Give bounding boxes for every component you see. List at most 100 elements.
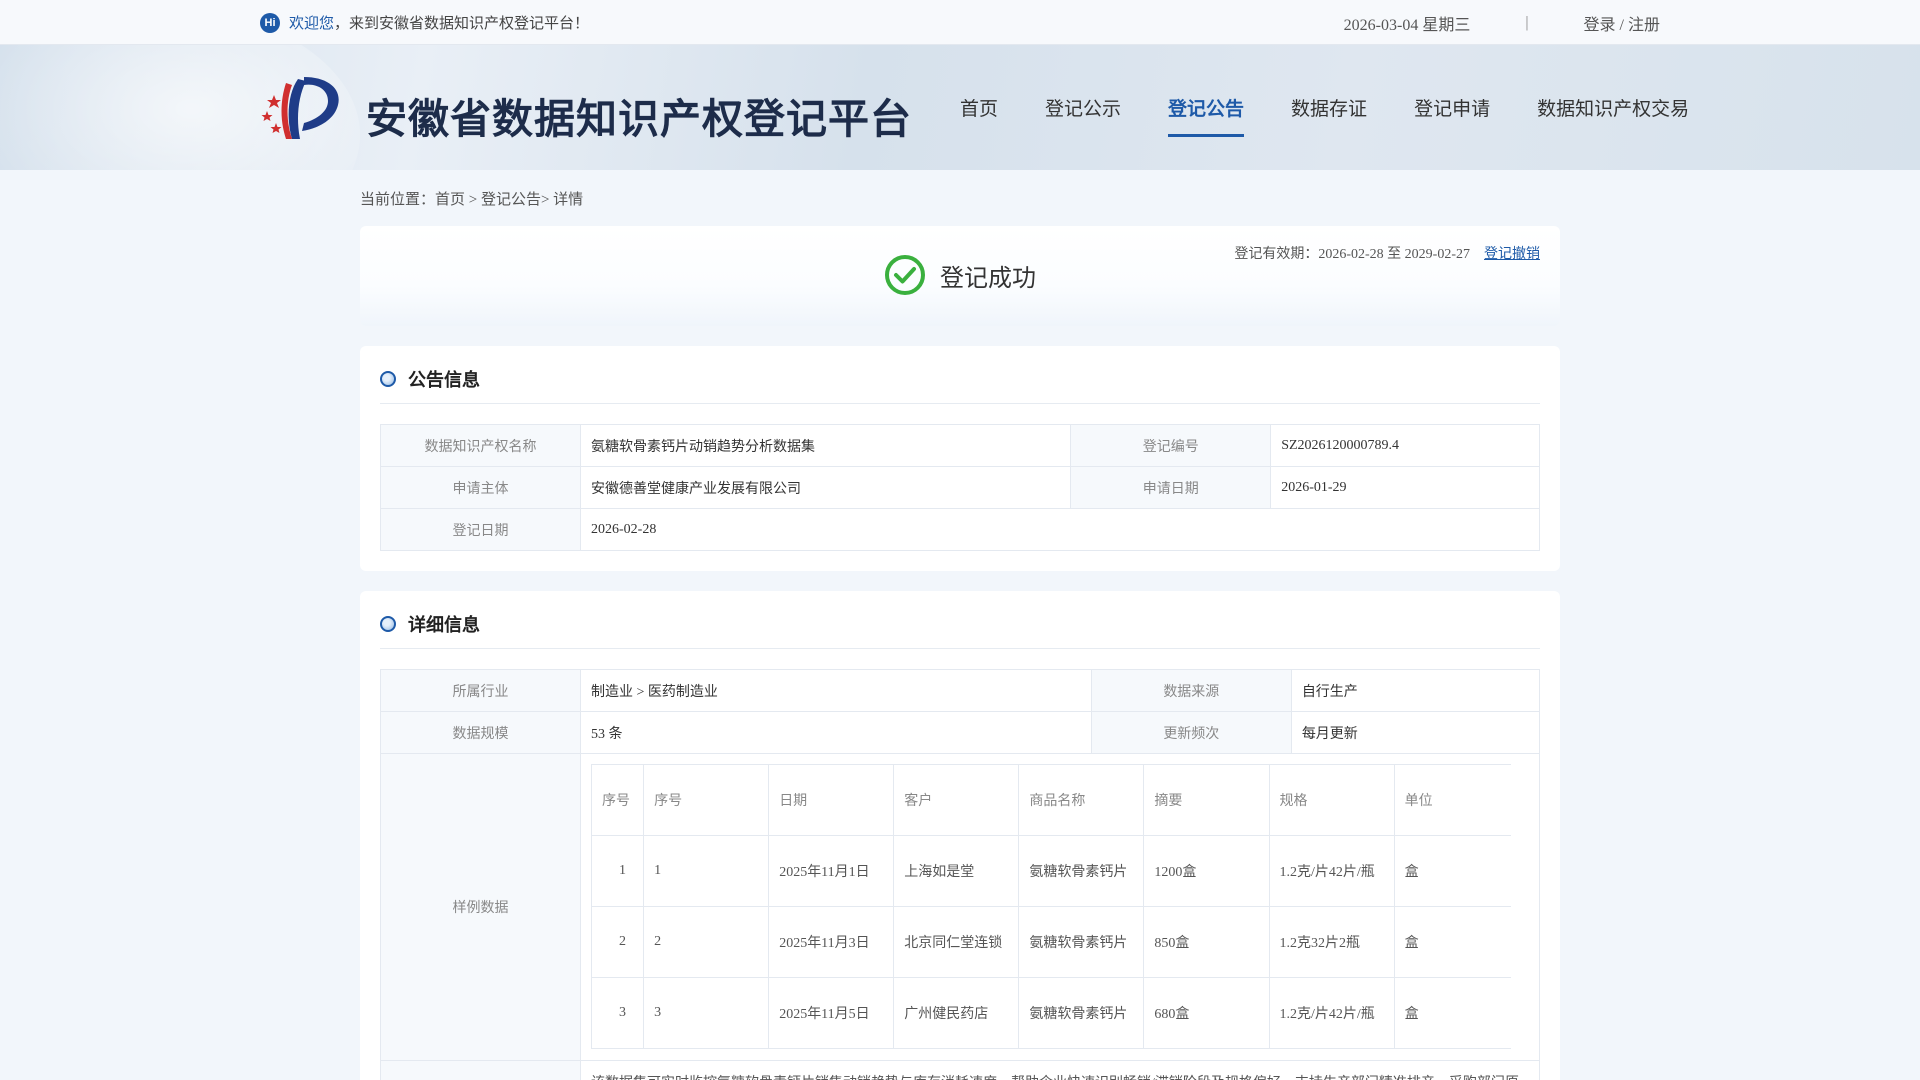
detail-table: 所属行业 制造业 > 医药制造业 数据来源 自行生产 数据规模 53 条 更新频… [380, 669, 1541, 1080]
sample-cell: 盒 [1393, 835, 1511, 907]
sample-cell: 2 [591, 906, 645, 978]
sample-cell: 2025年11月3日 [768, 906, 895, 978]
sample-header-cell: 单位 [1393, 764, 1511, 836]
sample-cell: 850盒 [1143, 906, 1270, 978]
top-bar: Hi 欢迎您，来到安徽省数据知识产权登记平台！ 2026-03-04 星期三 |… [0, 0, 1920, 45]
breadcrumb: 当前位置：首页 > 登记公告> 详情 [360, 192, 584, 208]
field-value: SZ2026120000789.4 [1270, 424, 1540, 467]
table-row: 该数据集可实时监控氨糖软骨素钙片销售动销趋势与库存消耗速度，帮助企业快速识别畅销… [380, 1060, 1540, 1080]
field-label: 登记编号 [1070, 424, 1272, 467]
sample-header-cell: 日期 [768, 764, 895, 836]
sample-cell: 上海如是堂 [893, 835, 1020, 907]
sample-row: 1 1 2025年11月1日 上海如是堂 氨糖软骨素钙片 1200盒 1.2克/片42片/瓶… [591, 835, 1511, 907]
field-value: 氨糖软骨素钙片动销趋势分析数据集 [579, 424, 1072, 467]
welcome-rest: ，来到安徽省数据知识产权登记平台！ [334, 16, 590, 32]
topbar-separator: | [1525, 13, 1529, 31]
site-header: 安徽省数据知识产权登记平台 首页 登记公示 登记公告 数据存证 登记申请 数据知… [0, 45, 1920, 170]
sample-header-cell: 规格 [1268, 764, 1395, 836]
field-value: 制造业 > 医药制造业 [580, 669, 1092, 712]
section-bullet-icon [380, 615, 396, 632]
sample-cell: 盒 [1393, 906, 1511, 978]
validity-period: 登记有效期：2026-02-28 至 2029-02-27 [1234, 247, 1470, 262]
field-label: 所属行业 [380, 669, 581, 712]
sample-cell: 1.2克32片2瓶 [1268, 906, 1395, 978]
description-text: 该数据集可实时监控氨糖软骨素钙片销售动销趋势与库存消耗速度，帮助企业快速识别畅销… [581, 1062, 1539, 1080]
hi-icon: Hi [260, 12, 280, 33]
site-title: 安徽省数据知识产权登记平台 [366, 95, 912, 143]
main-nav: 首页 登记公示 登记公告 数据存证 登记申请 数据知识产权交易 [960, 45, 1689, 170]
sample-row: 3 3 2025年11月5日 广州健民药店 氨糖软骨素钙片 680盒 1.2克/片42片/瓶… [591, 977, 1511, 1049]
sample-data-cell: 序号序号日期客户商品名称摘要规格单位销售112025年11月1日上海如是堂氨糖软… [580, 753, 1540, 1061]
field-label: 数据规模 [380, 711, 581, 754]
field-value: 2026-02-28 [580, 508, 1540, 551]
announcement-table: 数据知识产权名称 氨糖软骨素钙片动销趋势分析数据集 登记编号 SZ2026120… [380, 424, 1540, 551]
sample-cell: 2025年11月5日 [768, 977, 895, 1049]
platform-logo-icon[interactable] [258, 73, 344, 143]
sample-cell: 氨糖软骨素钙片 [1018, 835, 1145, 907]
sample-cell: 氨糖软骨素钙片 [1018, 906, 1145, 978]
sample-cell: 1.2克/片42片/瓶 [1268, 835, 1395, 907]
sample-header-cell: 序号 [591, 764, 645, 836]
sample-header-row: 序号序号日期客户商品名称摘要规格单位销售 [591, 764, 1511, 836]
announcement-info-card: 公告信息 数据知识产权名称 氨糖软骨素钙片动销趋势分析数据集 登记编号 SZ20… [360, 346, 1560, 571]
table-row: 数据规模 53 条 更新频次 每月更新 [380, 711, 1541, 754]
table-row: 申请主体 安徽德善堂健康产业发展有限公司 申请日期 2026-01-29 [380, 466, 1540, 509]
sample-data-table: 序号序号日期客户商品名称摘要规格单位销售112025年11月1日上海如是堂氨糖软… [591, 764, 1511, 1049]
field-label [380, 1060, 581, 1080]
section-title: 公告信息 [408, 369, 480, 390]
table-row: 登记日期 2026-02-28 [380, 508, 1540, 551]
sample-data-scroll[interactable]: 序号序号日期客户商品名称摘要规格单位销售112025年11月1日上海如是堂氨糖软… [591, 764, 1511, 1052]
nav-registration-apply[interactable]: 登记申请 [1414, 84, 1490, 131]
sample-cell: 氨糖软骨素钙片 [1018, 977, 1145, 1049]
sample-cell: 1 [591, 835, 645, 907]
revoke-link[interactable]: 登记撤销 [1484, 243, 1540, 263]
check-circle-icon [885, 255, 925, 295]
welcome-highlight: 欢迎您 [289, 16, 335, 32]
sample-cell: 680盒 [1143, 977, 1270, 1049]
login-register-link[interactable]: 登录 / 注册 [1584, 11, 1660, 35]
sample-cell: 1 [643, 835, 770, 907]
nav-registration-announcement[interactable]: 登记公告 [1168, 84, 1245, 137]
sample-cell: 2025年11月1日 [768, 835, 895, 907]
field-value: 安徽德善堂健康产业发展有限公司 [579, 466, 1072, 509]
field-value: 每月更新 [1290, 711, 1541, 754]
field-label: 数据来源 [1090, 669, 1292, 712]
table-row: 样例数据 序号序号日期客户商品名称摘要规格单位销售112025年11月1日上海如… [380, 753, 1540, 1061]
field-label: 申请日期 [1070, 466, 1272, 509]
sample-header-cell: 商品名称 [1018, 764, 1145, 836]
nav-data-deposit[interactable]: 数据存证 [1291, 84, 1367, 131]
field-value: 53 条 [580, 711, 1092, 754]
sample-cell: 1.2克/片42片/瓶 [1268, 977, 1395, 1049]
table-row: 数据知识产权名称 氨糖软骨素钙片动销趋势分析数据集 登记编号 SZ2026120… [380, 424, 1540, 467]
table-row: 所属行业 制造业 > 医药制造业 数据来源 自行生产 [380, 669, 1541, 712]
success-status: 登记成功 [884, 254, 1036, 296]
sample-header-cell: 客户 [893, 764, 1020, 836]
sample-cell: 广州健民药店 [893, 977, 1020, 1049]
sample-cell: 盒 [1393, 977, 1511, 1049]
success-title: 登记成功 [940, 265, 1036, 292]
field-label: 数据知识产权名称 [380, 424, 581, 467]
field-value: 2026-01-29 [1270, 466, 1540, 509]
welcome-text: 欢迎您，来到安徽省数据知识产权登记平台！ [289, 12, 589, 33]
field-label: 申请主体 [380, 466, 581, 509]
sample-header-cell: 摘要 [1143, 764, 1270, 836]
field-label: 样例数据 [380, 753, 581, 1061]
current-date: 2026-03-04 星期三 [1343, 16, 1471, 34]
nav-registration-publicity[interactable]: 登记公示 [1045, 84, 1121, 131]
sample-cell: 1200盒 [1143, 835, 1270, 907]
nav-ip-trading[interactable]: 数据知识产权交易 [1537, 84, 1689, 131]
sample-cell: 3 [643, 977, 770, 1049]
section-bullet-icon [380, 370, 396, 387]
nav-home[interactable]: 首页 [960, 84, 998, 131]
status-card: 登记有效期：2026-02-28 至 2029-02-27 登记撤销 登记成功 [360, 226, 1560, 326]
sample-cell: 3 [591, 977, 645, 1049]
sample-cell: 北京同仁堂连锁 [893, 906, 1020, 978]
field-label: 登记日期 [380, 508, 581, 551]
detail-info-card: 详细信息 所属行业 制造业 > 医药制造业 数据来源 自行生产 数据规模 53 … [360, 591, 1560, 1080]
section-title: 详细信息 [408, 614, 480, 635]
sample-cell: 2 [643, 906, 770, 978]
field-label: 更新频次 [1090, 711, 1292, 754]
sample-row: 2 2 2025年11月3日 北京同仁堂连锁 氨糖软骨素钙片 850盒 1.2克32片2瓶盒… [591, 906, 1511, 978]
sample-header-cell: 序号 [643, 764, 770, 836]
field-value: 自行生产 [1290, 669, 1541, 712]
